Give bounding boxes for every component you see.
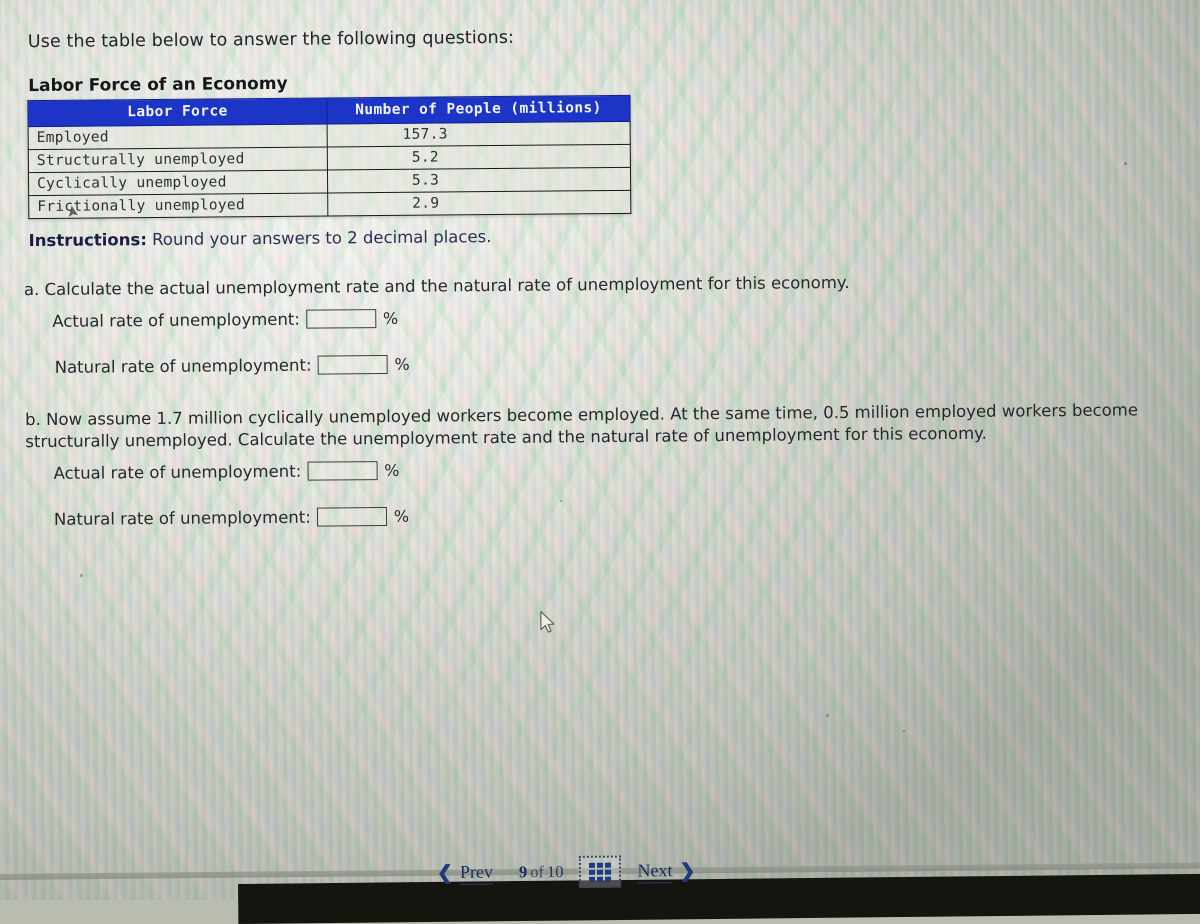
instructions-label: Instructions:: [28, 230, 147, 251]
answer-input-actual-rate-b[interactable]: [307, 461, 378, 481]
grid-3x3-icon[interactable]: [579, 855, 622, 888]
question-a-prompt: a. Calculate the actual unemployment rat…: [23, 272, 850, 300]
prev-button[interactable]: Prev: [459, 861, 494, 885]
table-caption: Labor Force of an Economy: [28, 73, 288, 97]
row-value: 157.3: [327, 121, 631, 147]
field-label: Natural rate of unemployment:: [53, 507, 311, 529]
answer-input-actual-rate-a[interactable]: [305, 309, 376, 329]
question-a-field-natural-rate: Natural rate of unemployment: %: [55, 355, 410, 377]
instructions-text: Round your answers to 2 decimal places.: [146, 227, 492, 250]
field-label: Actual rate of unemployment:: [53, 461, 302, 483]
of-word: of: [530, 862, 544, 882]
row-value: 2.9: [327, 190, 631, 216]
column-header-labor-force: Labor Force: [27, 97, 328, 127]
field-label: Actual rate of unemployment:: [52, 309, 300, 331]
percent-sign: %: [382, 308, 399, 329]
grid-cells: [589, 862, 612, 882]
total-page-number: 10: [546, 862, 564, 882]
dust-speck: [826, 714, 829, 717]
row-label: Employed: [28, 123, 328, 150]
dust-speck: [80, 574, 83, 577]
current-page-number: 9: [518, 862, 528, 882]
row-label: Cyclically unemployed: [28, 169, 328, 196]
dust-speck: [560, 500, 562, 502]
dust-speck: [903, 730, 905, 732]
row-label: Structurally unemployed: [28, 146, 328, 173]
instructions-line: Instructions: Round your answers to 2 de…: [28, 227, 491, 250]
table-row: Frictionally unemployed 2.9: [28, 190, 631, 219]
question-b-field-actual-rate: Actual rate of unemployment: %: [54, 461, 400, 483]
column-header-number-of-people: Number of People (millions): [326, 95, 631, 124]
row-value: 5.2: [327, 144, 631, 170]
percent-sign: %: [394, 354, 410, 374]
quiz-content: Use the table below to answer the follow…: [0, 0, 1200, 900]
percent-sign: %: [393, 506, 410, 526]
intro-text: Use the table below to answer the follow…: [27, 27, 515, 53]
dust-speck: [1124, 162, 1127, 165]
chevron-left-icon[interactable]: ❮: [430, 861, 460, 884]
pagination-nav: ❮ Prev 9 of 10 Next ❯: [430, 855, 703, 889]
question-b-field-natural-rate: Natural rate of unemployment: %: [54, 507, 409, 529]
next-button[interactable]: Next: [637, 859, 673, 883]
page-counter: 9 of 10: [519, 862, 564, 882]
question-b-prompt: b. Now assume 1.7 million cyclically une…: [25, 400, 1139, 452]
answer-input-natural-rate-a[interactable]: [317, 354, 388, 375]
chevron-right-icon[interactable]: ❯: [672, 859, 702, 882]
row-value: 5.3: [327, 167, 631, 193]
answer-input-natural-rate-b[interactable]: [316, 506, 387, 527]
percent-sign: %: [384, 460, 400, 481]
field-label: Natural rate of unemployment:: [54, 355, 312, 377]
labor-force-table: Labor Force Number of People (millions) …: [27, 95, 631, 219]
mouse-cursor-icon: [540, 611, 555, 633]
question-a-field-actual-rate: Actual rate of unemployment: %: [52, 309, 398, 331]
